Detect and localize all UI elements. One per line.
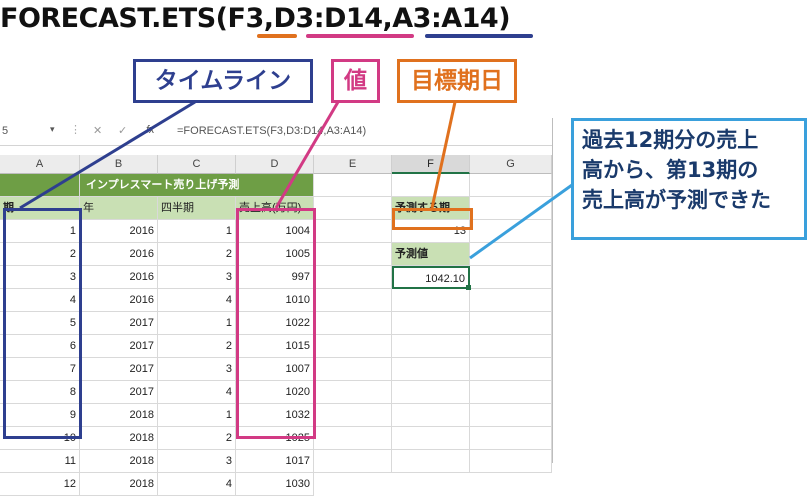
timeline-connector xyxy=(19,100,196,210)
table-cell-period[interactable]: 12 xyxy=(0,473,80,496)
target-connector xyxy=(430,101,457,209)
value-label: 値 xyxy=(331,59,380,103)
table-cell-sales[interactable]: 1030 xyxy=(236,473,314,496)
note-connector xyxy=(469,183,573,260)
result-note: 過去12期分の売上 高から、第13期の 売上高が予測できた xyxy=(571,118,807,240)
note-line-1: 過去12期分の売上 xyxy=(582,128,759,152)
note-line-2: 高から、第13期の xyxy=(582,158,759,182)
table-cell-quarter[interactable]: 4 xyxy=(158,473,236,496)
value-connector xyxy=(274,101,340,209)
timeline-label: タイムライン xyxy=(133,59,313,103)
note-line-3: 売上高が予測できた xyxy=(582,188,771,212)
target-date-label: 目標期日 xyxy=(397,59,517,103)
table-cell-year[interactable]: 2018 xyxy=(80,473,158,496)
